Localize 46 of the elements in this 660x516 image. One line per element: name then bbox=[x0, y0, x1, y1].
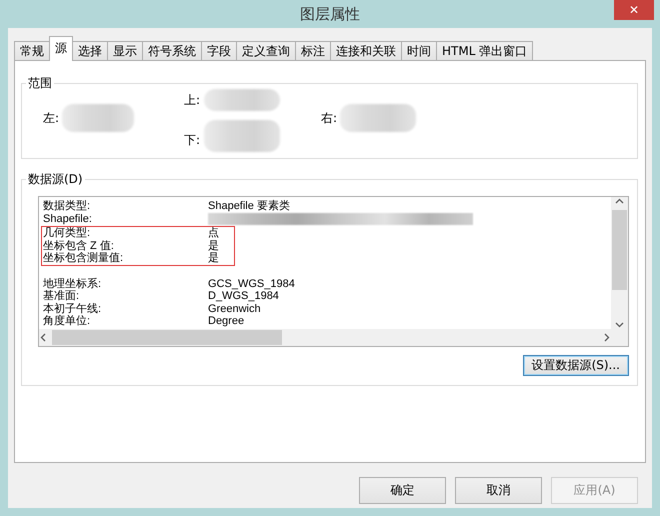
tab[interactable]: HTML 弹出窗口 bbox=[436, 41, 534, 61]
redacted-value bbox=[62, 104, 134, 132]
property-value: 是 bbox=[208, 252, 219, 264]
field-label: 右: bbox=[321, 110, 338, 127]
property-value: Shapefile 要素类 bbox=[208, 200, 290, 212]
tab[interactable]: 定义查询 bbox=[236, 41, 296, 61]
tab[interactable]: 连接和关联 bbox=[330, 41, 402, 61]
property-value: GCS_WGS_1984 bbox=[208, 278, 295, 290]
property-value: Degree bbox=[208, 315, 244, 328]
set-data-source-button[interactable]: 设置数据源(S)... bbox=[522, 355, 629, 376]
field-label: 下: bbox=[184, 132, 200, 149]
property-label: 地理坐标系: bbox=[43, 278, 102, 290]
dialog-button[interactable]: 确定 bbox=[359, 477, 446, 504]
property-value: Greenwich bbox=[208, 302, 261, 315]
tab[interactable]: 常规 bbox=[14, 41, 50, 61]
property-label: 本初子午线: bbox=[43, 302, 102, 314]
vertical-scrollbar[interactable] bbox=[611, 197, 628, 329]
property-value: 是 bbox=[208, 240, 219, 252]
group-title: 范围 bbox=[27, 75, 53, 92]
close-button[interactable]: ✕ bbox=[614, 0, 654, 20]
tab[interactable]: 标注 bbox=[295, 41, 331, 61]
scroll-left-icon[interactable] bbox=[39, 333, 48, 342]
tab[interactable]: 符号系统 bbox=[142, 41, 202, 61]
property-label: 角度单位: bbox=[43, 315, 92, 328]
group-title: 数据源(D) bbox=[27, 171, 84, 188]
property-label: 基准面: bbox=[43, 290, 80, 302]
property-value: D_WGS_1984 bbox=[208, 290, 279, 302]
dialog-button[interactable]: 取消 bbox=[455, 477, 542, 504]
property-label: Shapefile: bbox=[43, 212, 93, 225]
window-title: 图层属性 bbox=[300, 4, 360, 24]
tab[interactable]: 时间 bbox=[401, 41, 437, 61]
property-value: 点 bbox=[208, 227, 219, 240]
horizontal-scrollbar[interactable] bbox=[39, 329, 611, 346]
tab[interactable]: 显示 bbox=[107, 41, 143, 61]
tab[interactable]: 字段 bbox=[201, 41, 237, 61]
property-label: 数据类型: bbox=[43, 200, 92, 212]
field-label: 上: bbox=[184, 92, 200, 109]
scroll-down-icon[interactable] bbox=[615, 320, 624, 329]
property-label: 坐标包含 Z 值: bbox=[43, 240, 115, 252]
property-label: 几何类型: bbox=[43, 227, 92, 240]
property-label: 坐标包含测量值: bbox=[43, 252, 124, 264]
tab[interactable]: 选择 bbox=[72, 41, 108, 61]
scroll-up-icon[interactable] bbox=[615, 197, 624, 206]
scroll-right-icon[interactable] bbox=[602, 333, 611, 342]
field-label: 左: bbox=[43, 110, 60, 127]
tab[interactable]: 源 bbox=[49, 36, 73, 61]
